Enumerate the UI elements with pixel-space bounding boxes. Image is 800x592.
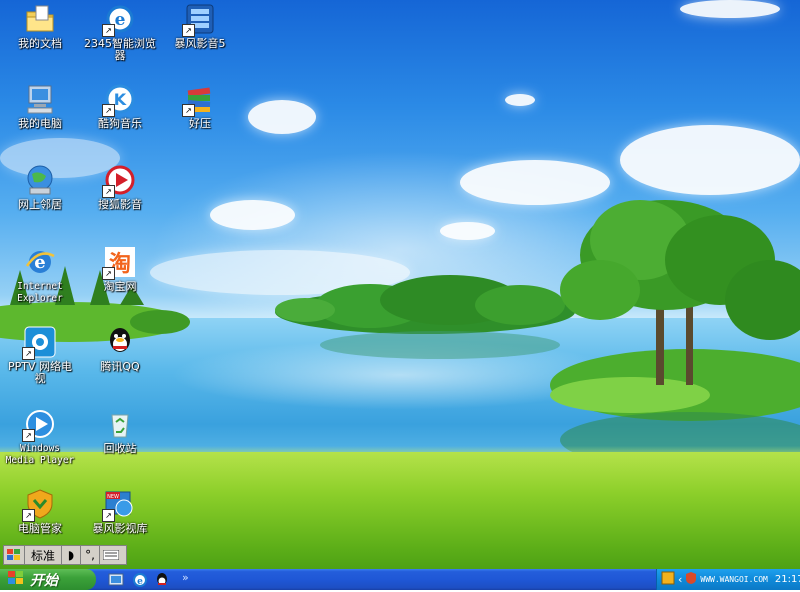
desktop-icon-2345-browser[interactable]: e ↗ 2345智能浏览 器 xyxy=(80,3,160,62)
desktop-icon-my-documents[interactable]: 我的文档 xyxy=(0,3,80,50)
tray-shield-icon[interactable] xyxy=(685,570,697,589)
video-player-icon: ↗ xyxy=(182,3,216,37)
icon-label: 2345智能浏览 器 xyxy=(84,37,156,62)
desktop-icon-pc-manager[interactable]: ↗ 电脑管家 xyxy=(0,488,80,535)
sohu-video-icon: ↗ xyxy=(102,164,136,198)
tray-watermark-text: WWW.WANGOI.COM xyxy=(700,575,768,584)
windows-logo-icon xyxy=(8,570,24,589)
windows-logo-icon[interactable] xyxy=(4,546,25,564)
shortcut-arrow-icon: ↗ xyxy=(102,24,115,37)
shortcut-arrow-icon: ↗ xyxy=(182,104,195,117)
start-label: 开始 xyxy=(30,572,58,589)
icon-label: PPTV 网络电 视 xyxy=(7,360,72,385)
quicklaunch-show-desktop-icon[interactable] xyxy=(108,572,124,588)
icon-label: 淘宝网 xyxy=(103,280,137,293)
shortcut-arrow-icon: ↗ xyxy=(102,104,115,117)
icon-label: 好压 xyxy=(189,117,211,130)
quicklaunch-qq-icon[interactable] xyxy=(154,572,170,588)
icon-label: 暴风影音5 xyxy=(174,37,226,50)
icon-label: 我的电脑 xyxy=(18,117,62,130)
svg-text:K: K xyxy=(114,90,127,109)
shortcut-arrow-icon: ↗ xyxy=(22,429,35,442)
browser-icon: e ↗ xyxy=(102,3,136,37)
taskbar-clock[interactable]: 21:17 xyxy=(775,574,800,585)
icon-label: 回收站 xyxy=(103,442,137,455)
taskbar: 开始 e » ‹ WWW.WANGOI.COM 21:17 xyxy=(0,569,800,590)
tray-app-icon[interactable] xyxy=(661,570,675,589)
svg-text:e: e xyxy=(137,577,143,587)
desktop-icon-haozip[interactable]: ↗ 好压 xyxy=(160,83,240,130)
media-player-icon: ↗ xyxy=(22,408,56,442)
shortcut-arrow-icon: ↗ xyxy=(22,347,35,360)
desktop-icon-pptv[interactable]: ↗ PPTV 网络电 视 xyxy=(0,326,80,385)
folder-icon xyxy=(24,3,56,35)
security-icon: ↗ xyxy=(22,488,56,522)
music-icon: K ↗ xyxy=(102,83,136,117)
video-library-icon: NEW ↗ xyxy=(102,488,136,522)
desktop-icon-windows-media-player[interactable]: ↗ Windows Media Player xyxy=(0,408,80,467)
desktop-icon-my-computer[interactable]: 我的电脑 xyxy=(0,83,80,130)
system-tray: ‹ WWW.WANGOI.COM 21:17 xyxy=(656,569,800,590)
qq-icon xyxy=(104,326,136,358)
icon-label: 电脑管家 xyxy=(18,522,62,535)
desktop-icon-sohu-video[interactable]: ↗ 搜狐影音 xyxy=(80,164,160,211)
ime-mode-button[interactable]: 标准 xyxy=(25,546,62,564)
icon-label: Windows Media Player xyxy=(5,443,75,466)
icon-label: 腾讯QQ xyxy=(100,360,140,373)
icon-label: 我的文档 xyxy=(18,37,62,50)
shortcut-arrow-icon: ↗ xyxy=(102,267,115,280)
start-button[interactable]: 开始 xyxy=(0,569,96,590)
desktop-icon-baofeng5[interactable]: ↗ 暴风影音5 xyxy=(160,3,240,50)
punctuation-icon[interactable]: °, xyxy=(81,546,100,564)
shortcut-arrow-icon: ↗ xyxy=(182,24,195,37)
icon-label: 搜狐影音 xyxy=(98,198,142,211)
recycle-bin-icon xyxy=(104,408,136,440)
computer-icon xyxy=(24,83,56,115)
icon-label: 暴风影视库 xyxy=(92,522,148,535)
icon-label: Internet Explorer xyxy=(17,281,63,304)
desktop-icon-internet-explorer[interactable]: e Internet Explorer xyxy=(0,246,80,305)
shortcut-arrow-icon: ↗ xyxy=(102,185,115,198)
svg-text:NEW: NEW xyxy=(107,494,119,500)
tray-arrow-icon[interactable]: ‹ xyxy=(678,573,682,586)
icon-label: 网上邻居 xyxy=(18,198,62,211)
quicklaunch-ie-icon[interactable]: e xyxy=(132,572,148,588)
svg-text:e: e xyxy=(115,10,126,30)
icon-label: 酷狗音乐 xyxy=(98,117,142,130)
ie-icon: e xyxy=(24,246,56,278)
soft-keyboard-icon[interactable] xyxy=(100,546,122,564)
desktop-icon-qq[interactable]: 腾讯QQ xyxy=(80,326,160,373)
archive-icon: ↗ xyxy=(182,83,216,117)
desktop-icon-recycle-bin[interactable]: 回收站 xyxy=(80,408,160,455)
desktop-icon-network[interactable]: 网上邻居 xyxy=(0,164,80,211)
desktop-icon-kugou[interactable]: K ↗ 酷狗音乐 xyxy=(80,83,160,130)
network-icon xyxy=(24,164,56,196)
desktop-icon-taobao[interactable]: 淘 ↗ 淘宝网 xyxy=(80,246,160,293)
shortcut-arrow-icon: ↗ xyxy=(22,509,35,522)
desktop-icon-baofeng-library[interactable]: NEW ↗ 暴风影视库 xyxy=(80,488,160,535)
taobao-icon: 淘 ↗ xyxy=(102,246,136,280)
pptv-icon: ↗ xyxy=(22,326,56,360)
half-width-icon[interactable]: ◗ xyxy=(62,546,81,564)
ime-toolbar[interactable]: 标准 ◗ °, xyxy=(3,545,127,565)
quicklaunch-overflow-icon[interactable]: » xyxy=(182,571,189,584)
shortcut-arrow-icon: ↗ xyxy=(102,509,115,522)
